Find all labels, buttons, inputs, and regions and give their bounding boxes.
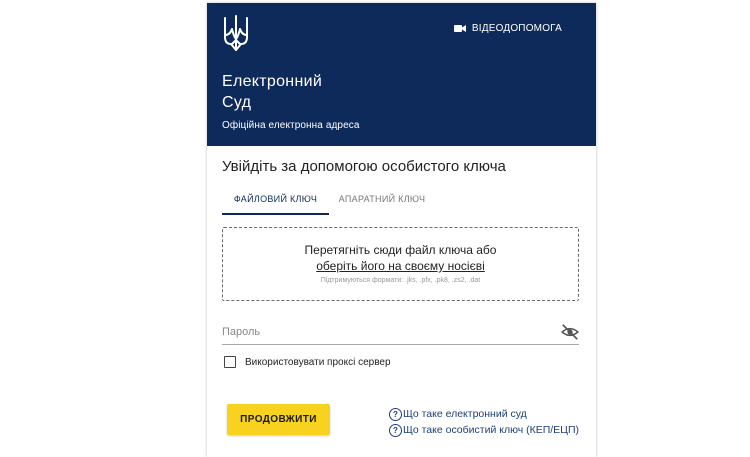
key-tabs: ФАЙЛОВИЙ КЛЮЧ АПАРАТНИЙ КЛЮЧ — [222, 185, 579, 215]
app-subtitle: Офіційна електронна адреса — [222, 120, 360, 131]
login-card: ВІДЕОДОПОМОГА Електронний Суд Офіційна е… — [207, 3, 596, 457]
app-title: Електронний Суд — [222, 71, 322, 113]
proxy-label: Використовувати проксі сервер — [245, 356, 391, 368]
help-link-e-court[interactable]: ? Що таке електронний суд — [389, 406, 579, 422]
header: ВІДЕОДОПОМОГА Електронний Суд Офіційна е… — [207, 3, 596, 146]
help-link-e-court-label: Що таке електронний суд — [403, 408, 527, 420]
help-link-personal-key[interactable]: ? Що таке особистий ключ (КЕП/ЕЦП) — [389, 422, 579, 438]
help-circle-icon: ? — [389, 423, 402, 437]
key-file-dropzone[interactable]: Перетягніть сюди файл ключа або оберіть … — [222, 227, 579, 301]
choose-file-link[interactable]: оберіть його на своєму носієві — [223, 259, 578, 273]
login-title: Увійдіть за допомогою особистого ключа — [222, 158, 506, 175]
eye-off-icon[interactable] — [561, 323, 579, 341]
video-help-link[interactable]: ВІДЕОДОПОМОГА — [453, 23, 562, 34]
tab-file-key[interactable]: ФАЙЛОВИЙ КЛЮЧ — [222, 185, 329, 215]
video-help-label: ВІДЕОДОПОМОГА — [471, 23, 562, 34]
app-title-line1: Електронний — [222, 73, 323, 90]
help-links: ? Що таке електронний суд ? Що таке особ… — [389, 406, 579, 438]
help-circle-icon: ? — [389, 407, 402, 421]
supported-formats: Підтримуються формати: .jks, .pfx, .pk8,… — [320, 277, 481, 284]
password-input[interactable] — [222, 322, 542, 342]
video-camera-icon — [453, 25, 466, 32]
trident-icon — [224, 15, 248, 51]
dropzone-instruction: Перетягніть сюди файл ключа або — [304, 243, 497, 257]
proxy-checkbox[interactable] — [224, 356, 236, 368]
app-title-line2: Суд — [222, 94, 252, 111]
tab-hardware-key[interactable]: АПАРАТНИЙ КЛЮЧ — [329, 185, 435, 213]
password-field — [222, 320, 579, 345]
continue-button[interactable]: ПРОДОВЖИТИ — [227, 404, 330, 435]
proxy-option[interactable]: Використовувати проксі сервер — [224, 356, 391, 368]
help-link-personal-key-label: Що таке особистий ключ (КЕП/ЕЦП) — [403, 424, 579, 436]
